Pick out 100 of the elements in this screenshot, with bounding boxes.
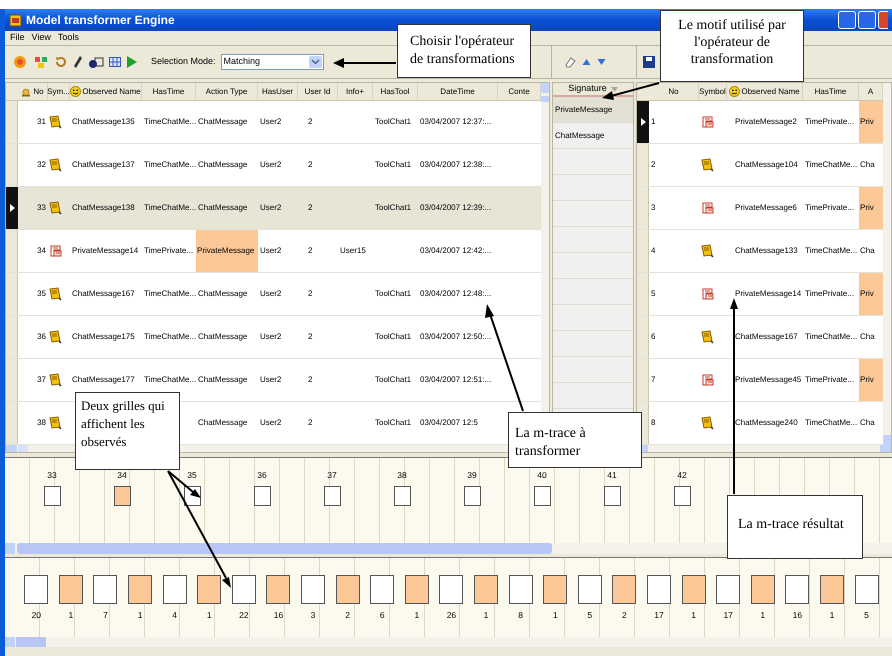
column-header[interactable]: DateTime <box>440 86 475 98</box>
table-cell-text: ChatMessage <box>198 288 248 300</box>
column-header[interactable]: User Id <box>304 86 330 98</box>
column-header[interactable]: Conte <box>508 86 530 98</box>
table-cell-text: User2 <box>260 202 282 214</box>
table-cell-text: 2 <box>308 417 312 429</box>
timeline-label: 38 <box>397 470 407 480</box>
column-header[interactable]: Info+ <box>346 86 364 98</box>
table-cell-text: ToolChat1 <box>375 331 412 343</box>
table-cell-text: TimePrivate... <box>805 116 854 128</box>
table-cell-text: TimeChatMe... <box>144 116 196 128</box>
table-row[interactable]: 35 ChatMessage167 TimeChatMe... ChatMessage User2 2 ToolChat1 03/04/2007 12:48:... <box>6 273 541 316</box>
table-row[interactable]: 5 PrivateMessage14 TimePrivate... Priv <box>637 273 883 316</box>
column-header[interactable]: Action Type <box>206 86 248 98</box>
table-cell-text: ChatMessage167 <box>72 288 135 300</box>
timeline-label: 5 <box>587 610 592 620</box>
table-cell-text: PrivateMessage <box>197 245 254 257</box>
table-cell-text: User2 <box>260 245 282 257</box>
timeline-label: 17 <box>654 610 664 620</box>
table-cell-text: TimePrivate... <box>805 374 854 386</box>
column-header[interactable]: No <box>668 86 679 98</box>
column-header[interactable]: HasTool <box>380 86 410 98</box>
table-cell-text: 33 <box>37 202 46 214</box>
table-row[interactable]: 31 ChatMessage135 TimeChatMe... ChatMessage User2 2 ToolChat1 03/04/2007 12:37:... <box>6 101 541 144</box>
timeline-label: 1 <box>68 610 74 620</box>
table-row[interactable]: 36 ChatMessage175 TimeChatMe... ChatMessage User2 2 ToolChat1 03/04/2007 12:50:... <box>6 316 541 359</box>
column-header[interactable]: Sym... <box>47 86 70 98</box>
table-cell-text: ChatMessage133 <box>735 245 798 257</box>
table-cell-text: Priv <box>860 202 874 214</box>
timeline-label: 3 <box>310 610 316 620</box>
timeline-label: 7 <box>103 610 108 620</box>
table-row[interactable]: 7 PrivateMessage45 TimePrivate... Priv <box>637 359 883 402</box>
timeline-label: 1 <box>691 610 696 620</box>
table-cell-text: Cha <box>860 245 875 257</box>
table-cell-text: ChatMessage <box>198 374 248 386</box>
callout-tooltip: La m-trace à transformer <box>508 412 642 468</box>
table-row[interactable]: 34 PrivateMessage14 TimePrivate... PrivateMessage User2 2 User15 03/04/2007 12:42:... <box>6 230 541 273</box>
table-row[interactable]: 32 ChatMessage137 TimeChatMe... ChatMessage User2 2 ToolChat1 03/04/2007 12:38:... <box>6 144 541 187</box>
table-row[interactable]: 37 ChatMessage177 TimeChatMe... ChatMessage User2 2 ToolChat1 03/04/2007 12:51:... <box>6 359 541 402</box>
column-header[interactable]: A <box>868 86 874 98</box>
menu-item[interactable]: View <box>32 31 51 45</box>
table-cell-text: 2 <box>651 159 656 171</box>
timeline-label: 1 <box>760 610 766 620</box>
table-cell-text: 35 <box>37 288 46 300</box>
table-row[interactable]: 33 ChatMessage138 TimeChatMe... ChatMessage User2 2 ToolChat1 03/04/2007 12:39:... <box>6 187 541 230</box>
table-cell-text: PrivateMessage14 <box>735 288 802 300</box>
table-cell-text: Cha <box>860 331 875 343</box>
table-cell-text: TimeChatMe... <box>144 159 196 171</box>
table-cell-text: 37 <box>37 374 46 386</box>
table-cell-text: 1 <box>651 116 656 128</box>
timeline-label: 42 <box>677 470 687 480</box>
table-cell-text: ToolChat1 <box>375 202 412 214</box>
table-cell-text: 2 <box>308 331 312 343</box>
menu-item[interactable]: Tools <box>58 31 79 45</box>
table-row[interactable]: 3 PrivateMessage6 TimePrivate... Priv <box>637 187 883 230</box>
timeline-label: 35 <box>187 470 197 480</box>
table-cell-text: TimeChatMe... <box>144 374 196 386</box>
timeline-label: 16 <box>274 610 284 620</box>
column-header[interactable]: Observed Name <box>741 86 800 98</box>
table-cell-text: 5 <box>651 288 656 300</box>
table-cell-text: PrivateMessage14 <box>72 245 138 257</box>
table-cell-text: Priv <box>860 116 874 128</box>
table-cell-text: ToolChat1 <box>375 159 412 171</box>
timeline-label: 1 <box>206 610 212 620</box>
timeline-label: 1 <box>484 610 488 620</box>
table-row[interactable]: 2 ChatMessage104 TimeChatMe... Cha <box>637 144 883 187</box>
table-row[interactable]: 8 ChatMessage240 TimeChatMe... Cha <box>637 402 883 445</box>
column-header[interactable]: Observed Name <box>82 86 141 98</box>
table-cell-text: 2 <box>308 159 312 171</box>
table-cell-text: TimeChatMe... <box>144 331 196 343</box>
column-header[interactable]: HasTime <box>152 86 184 98</box>
table-cell-text: ChatMessage138 <box>72 202 135 214</box>
table-cell-text: User2 <box>260 288 282 300</box>
table-cell-text: PrivateMessage2 <box>735 116 797 128</box>
table-cell-text: ChatMessage177 <box>72 374 135 386</box>
table-cell-text: ChatMessage <box>198 417 248 429</box>
timeline-label: 20 <box>32 610 42 620</box>
table-cell-text: 2 <box>308 288 312 300</box>
table-cell-text: TimePrivate... <box>805 202 854 214</box>
callout-tooltip: Deux grilles qui affichent les observés <box>75 392 180 470</box>
table-cell-text: 31 <box>37 116 46 128</box>
column-header[interactable]: HasTime <box>814 86 846 98</box>
table-cell-text: TimePrivate... <box>144 245 194 257</box>
menu-item[interactable]: File <box>10 31 25 45</box>
table-row[interactable]: 4 ChatMessage133 TimeChatMe... Cha <box>637 230 883 273</box>
table-cell-text: 34 <box>37 245 46 257</box>
timeline-label: 2 <box>345 610 350 620</box>
column-header[interactable]: Symbol <box>699 86 726 98</box>
table-cell-text: ChatMessage137 <box>72 159 135 171</box>
table-cell-text: 38 <box>37 417 46 429</box>
table-cell-text: Priv <box>860 288 874 300</box>
table-cell-text: ToolChat1 <box>375 374 412 386</box>
table-cell-text: ChatMessage <box>198 159 248 171</box>
table-row[interactable]: 1 PrivateMessage2 TimePrivate... Priv <box>637 101 883 144</box>
selection-mode-dropdown[interactable]: Matching <box>220 54 324 70</box>
table-cell-text: 36 <box>37 331 46 343</box>
signature-item[interactable]: PrivateMessage <box>553 97 633 123</box>
column-header[interactable]: HasUser <box>262 86 294 98</box>
column-header[interactable]: No <box>33 86 44 98</box>
table-row[interactable]: 6 ChatMessage167 TimeChatMe... Cha <box>637 316 883 359</box>
